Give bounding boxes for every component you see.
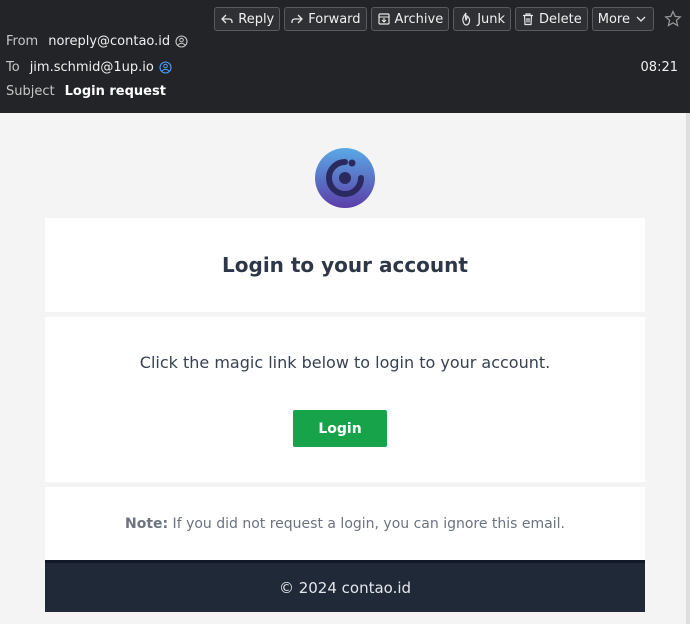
archive-label: Archive: [394, 11, 444, 27]
more-button[interactable]: More: [591, 7, 654, 31]
contact-icon[interactable]: [175, 35, 188, 48]
note-text: If you did not request a login, you can …: [168, 515, 565, 532]
delete-button[interactable]: Delete: [515, 7, 588, 31]
more-label: More: [597, 11, 630, 27]
reply-button[interactable]: Reply: [214, 7, 281, 31]
junk-label: Junk: [477, 11, 506, 27]
star-icon[interactable]: [664, 10, 682, 28]
subject-label: Subject: [6, 84, 55, 99]
trash-icon: [523, 13, 534, 26]
scrollbar[interactable]: [686, 113, 690, 624]
reply-icon: [221, 14, 233, 24]
message-header: Reply Forward Archive Junk Delete More F…: [0, 0, 690, 113]
forward-label: Forward: [308, 11, 361, 27]
message-card: Click the magic link below to login to y…: [45, 317, 645, 482]
contact-icon[interactable]: [159, 61, 172, 74]
to-row: To jim.schmid@1up.io: [6, 60, 172, 75]
subject-value: Login request: [64, 84, 166, 99]
forward-icon: [291, 14, 304, 24]
delete-label: Delete: [539, 11, 582, 27]
email-heading: Login to your account: [222, 253, 468, 277]
forward-button[interactable]: Forward: [284, 7, 367, 31]
archive-button[interactable]: Archive: [370, 7, 450, 31]
login-button[interactable]: Login: [293, 410, 387, 447]
junk-button[interactable]: Junk: [453, 7, 512, 31]
message-time: 08:21: [640, 60, 678, 75]
email-message: Click the magic link below to login to y…: [139, 353, 551, 372]
note-card: Note: If you did not request a login, yo…: [45, 487, 645, 560]
email-note: Note: If you did not request a login, yo…: [125, 516, 565, 532]
email-footer: © 2024 contao.id: [45, 560, 645, 612]
junk-icon: [462, 12, 471, 26]
from-address[interactable]: noreply@contao.id: [48, 34, 170, 49]
contao-id-logo: [315, 148, 375, 208]
message-toolbar: Reply Forward Archive Junk Delete More: [214, 7, 682, 31]
note-label: Note:: [124, 515, 169, 532]
subject-row: Subject Login request: [6, 84, 166, 99]
copyright-text: © 2024 contao.id: [278, 578, 412, 597]
heading-card: Login to your account: [45, 218, 645, 312]
archive-icon: [377, 13, 390, 25]
to-label: To: [6, 60, 20, 75]
to-address[interactable]: jim.schmid@1up.io: [30, 60, 154, 75]
chevron-down-icon: [636, 16, 646, 22]
from-label: From: [6, 34, 39, 49]
reply-label: Reply: [238, 11, 275, 27]
from-row: From noreply@contao.id: [6, 34, 188, 49]
